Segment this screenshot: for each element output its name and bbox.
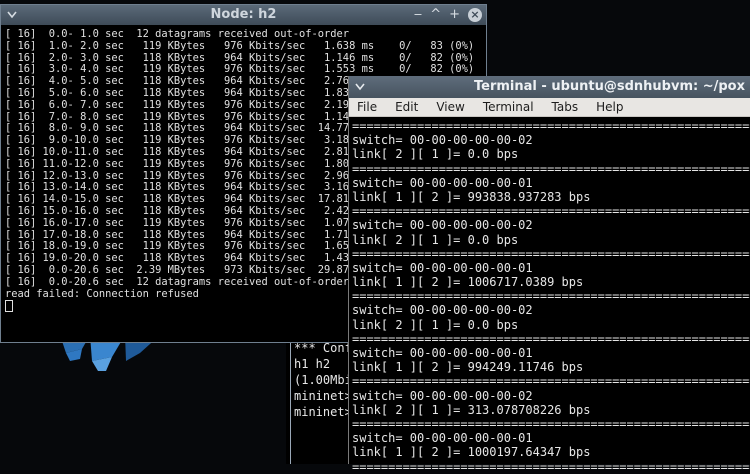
- separator-line: ========================================…: [352, 204, 750, 219]
- output-line: [ 16] 1.0- 2.0 sec 119 KBytes 976 Kbits/…: [5, 39, 475, 52]
- separator-line: ========================================…: [352, 289, 750, 304]
- menu-help[interactable]: Help: [596, 100, 623, 114]
- terminal-window-pox[interactable]: Terminal - ubuntu@sdnhubvm: ~/pox File E…: [348, 76, 750, 474]
- output-line: link[ 1 ][ 2 ]= 1000197.64347 bps: [352, 445, 591, 460]
- output-line: switch= 00-00-00-00-00-02: [352, 218, 533, 233]
- maximize-button[interactable]: +: [449, 5, 460, 25]
- terminal-output[interactable]: ========================================…: [349, 117, 750, 474]
- separator-line: ========================================…: [352, 246, 750, 261]
- output-line: link[ 2 ][ 1 ]= 313.078708226 bps: [352, 402, 591, 417]
- output-line: switch= 00-00-00-00-00-01: [352, 260, 533, 275]
- output-line: switch= 00-00-00-00-00-02: [352, 133, 533, 148]
- output-line: switch= 00-00-00-00-00-01: [352, 346, 533, 360]
- output-line: switch= 00-00-00-00-00-02: [352, 303, 533, 318]
- output-line: link[ 2 ][ 1 ]= 0.0 bps: [352, 317, 519, 332]
- separator-line: ========================================…: [352, 374, 750, 389]
- separator-line: ========================================…: [352, 161, 750, 176]
- terminal-line: (1.00Mbi: [294, 373, 352, 387]
- menu-edit[interactable]: Edit: [395, 100, 418, 114]
- separator-line: ========================================…: [352, 416, 750, 431]
- restore-button[interactable]: ^: [430, 5, 441, 25]
- window-titlebar[interactable]: Terminal - ubuntu@sdnhubvm: ~/pox: [349, 76, 750, 98]
- window-titlebar[interactable]: Node: h2 ‒ ^ + ×: [1, 5, 486, 25]
- terminal-line: mininet>: [294, 389, 352, 403]
- separator-line: ========================================…: [352, 459, 750, 474]
- menu-view[interactable]: View: [436, 100, 464, 114]
- menu-bar: File Edit View Terminal Tabs Help: [349, 98, 750, 117]
- desktop: *** Conf h1 h2 (1.00Mbi mininet> mininet…: [0, 0, 750, 474]
- close-button[interactable]: ×: [468, 8, 482, 22]
- window-title: Terminal - ubuntu@sdnhubvm: ~/pox: [474, 79, 745, 94]
- output-line: link[ 2 ][ 1 ]= 0.0 bps: [352, 147, 519, 162]
- output-line: link[ 1 ][ 2 ]= 993838.937283 bps: [352, 189, 591, 204]
- output-line: switch= 00-00-00-00-00-01: [352, 175, 533, 190]
- output-line: switch= 00-00-00-00-00-01: [352, 431, 533, 446]
- output-line: link[ 1 ][ 2 ]= 994249.11746 bps: [352, 360, 584, 375]
- menu-file[interactable]: File: [357, 100, 377, 114]
- output-line: switch= 00-00-00-00-00-02: [352, 388, 533, 403]
- text-cursor: [5, 300, 13, 313]
- terminal-border: [290, 340, 291, 464]
- window-controls: ‒ ^ + ×: [414, 5, 482, 25]
- terminal-line: mininet>: [294, 405, 352, 419]
- menu-terminal[interactable]: Terminal: [483, 100, 534, 114]
- terminal-line: h1 h2: [294, 357, 331, 371]
- minimize-button[interactable]: ‒: [414, 5, 422, 25]
- separator-line: ========================================…: [352, 119, 750, 133]
- separator-line: ========================================…: [352, 331, 750, 346]
- output-line: link[ 1 ][ 2 ]= 1006717.0389 bps: [352, 275, 584, 290]
- menu-tabs[interactable]: Tabs: [552, 100, 579, 114]
- output-line: link[ 2 ][ 1 ]= 0.0 bps: [352, 232, 519, 247]
